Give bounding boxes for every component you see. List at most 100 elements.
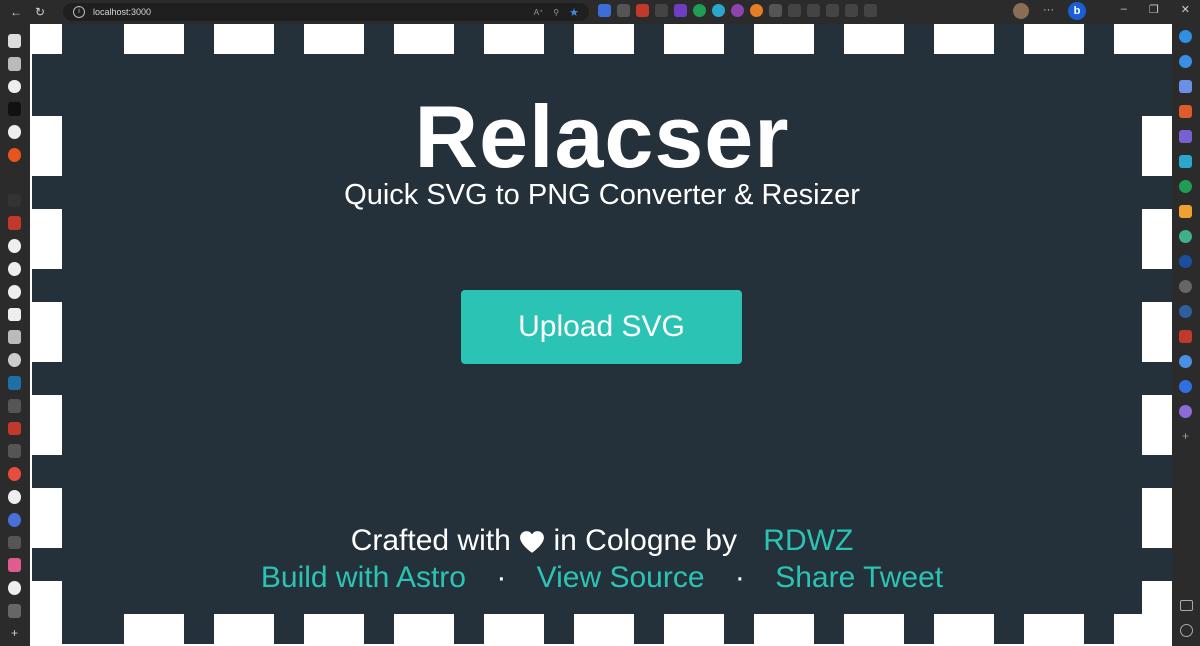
back-icon[interactable]: ← bbox=[8, 4, 24, 20]
sidebar-app-icon[interactable] bbox=[1179, 280, 1192, 293]
zoom-icon[interactable]: ⚲ bbox=[553, 8, 559, 17]
collections-icon[interactable] bbox=[807, 4, 820, 17]
tab-icon[interactable] bbox=[8, 467, 21, 481]
extension-icon[interactable] bbox=[655, 4, 668, 17]
sidebar-app-icon[interactable] bbox=[1179, 105, 1192, 118]
tab-icon[interactable] bbox=[8, 375, 21, 390]
tab-icon[interactable] bbox=[8, 353, 21, 367]
extension-icon[interactable] bbox=[617, 4, 630, 17]
tab-icon[interactable] bbox=[8, 147, 21, 162]
settings-gear-icon[interactable] bbox=[1180, 624, 1193, 637]
history-icon[interactable] bbox=[826, 4, 839, 17]
tab-icon[interactable] bbox=[8, 558, 21, 573]
tab-icon[interactable] bbox=[8, 512, 21, 527]
frame-gap bbox=[544, 614, 574, 644]
refresh-icon[interactable]: ↻ bbox=[32, 4, 48, 20]
upload-svg-button[interactable]: Upload SVG bbox=[461, 290, 742, 364]
tab-icon[interactable] bbox=[8, 56, 21, 71]
vertical-tabs-sidebar: + bbox=[0, 24, 30, 646]
extension-icon[interactable] bbox=[750, 4, 763, 17]
restore-icon[interactable]: ❐ bbox=[1149, 3, 1159, 16]
downloads-icon[interactable] bbox=[845, 4, 858, 17]
tab-icon[interactable] bbox=[8, 444, 21, 459]
tab-icon[interactable] bbox=[8, 398, 21, 413]
author-link[interactable]: RDWZ bbox=[763, 524, 853, 557]
sidebar-app-icon[interactable] bbox=[1179, 255, 1192, 268]
frame-gap bbox=[814, 614, 844, 644]
x-icon[interactable] bbox=[8, 307, 21, 322]
crafted-line: Crafted with in Cologne by RDWZ bbox=[32, 524, 1172, 558]
github-icon[interactable] bbox=[8, 79, 21, 94]
active-tab-icon[interactable] bbox=[8, 603, 21, 618]
github-icon[interactable] bbox=[8, 489, 21, 504]
frame-gap bbox=[634, 24, 664, 54]
sidebar-app-icon[interactable] bbox=[1179, 330, 1192, 343]
tab-spacer bbox=[8, 170, 21, 185]
extensions-puzzle-icon[interactable] bbox=[769, 4, 782, 17]
tab-icon[interactable] bbox=[8, 102, 21, 117]
frame-gap bbox=[184, 614, 214, 644]
sidebar-app-icon[interactable] bbox=[1179, 30, 1192, 43]
tab-icon[interactable] bbox=[8, 284, 21, 299]
site-info-icon[interactable]: i bbox=[73, 6, 85, 18]
extension-icon[interactable] bbox=[598, 4, 611, 17]
sidebar-app-icon[interactable] bbox=[1179, 80, 1192, 93]
minimize-icon[interactable]: – bbox=[1121, 3, 1127, 16]
tab-icon[interactable] bbox=[8, 34, 21, 48]
share-tweet-link[interactable]: Share Tweet bbox=[775, 561, 943, 594]
page-title: Relacser bbox=[414, 87, 790, 186]
build-with-astro-link[interactable]: Build with Astro bbox=[261, 561, 466, 594]
sidebar-app-icon[interactable] bbox=[1179, 205, 1192, 218]
sidebar-app-icon[interactable] bbox=[1179, 405, 1192, 418]
extension-icon[interactable] bbox=[731, 4, 744, 17]
frame-gap bbox=[1142, 269, 1172, 302]
extension-icon[interactable] bbox=[636, 4, 649, 17]
frame-gap bbox=[904, 614, 934, 644]
extension-icon[interactable] bbox=[674, 4, 687, 17]
performance-icon[interactable] bbox=[864, 4, 877, 17]
close-icon[interactable]: ✕ bbox=[1181, 3, 1190, 16]
add-sidebar-app-icon[interactable]: + bbox=[1179, 430, 1192, 443]
frame-gap bbox=[184, 24, 214, 54]
tab-icon[interactable] bbox=[8, 330, 21, 345]
crafted-suffix: in Cologne by bbox=[553, 524, 737, 557]
footer-links: Build with Astro · View Source · Share T… bbox=[32, 561, 1172, 595]
more-options-icon[interactable]: ··· bbox=[1043, 4, 1054, 16]
tab-icon[interactable] bbox=[8, 216, 21, 231]
extension-icon[interactable] bbox=[693, 4, 706, 17]
frame-gap bbox=[994, 614, 1024, 644]
sidebar-app-icon[interactable] bbox=[1179, 155, 1192, 168]
read-aloud-icon[interactable]: A⁺ bbox=[534, 8, 544, 17]
github-icon[interactable] bbox=[8, 261, 21, 276]
hide-sidebar-icon[interactable] bbox=[1180, 600, 1193, 611]
url-text[interactable]: localhost:3000 bbox=[93, 7, 534, 17]
search-icon[interactable] bbox=[1179, 55, 1192, 68]
page-subtitle: Quick SVG to PNG Converter & Resizer bbox=[344, 179, 860, 211]
sidebar-app-icon[interactable] bbox=[1179, 230, 1192, 243]
tab-icon[interactable] bbox=[8, 193, 21, 208]
frame-gap bbox=[994, 24, 1024, 54]
address-bar[interactable]: i localhost:3000 A⁺ ⚲ ★ bbox=[63, 3, 589, 21]
sidebar-app-icon[interactable] bbox=[1179, 130, 1192, 143]
github-icon[interactable] bbox=[8, 125, 21, 139]
github-icon[interactable] bbox=[8, 239, 21, 253]
tab-icon[interactable] bbox=[8, 535, 21, 550]
sidebar-app-icon[interactable] bbox=[1179, 355, 1192, 368]
tab-icon[interactable] bbox=[8, 421, 21, 436]
profile-avatar[interactable] bbox=[1013, 3, 1029, 19]
view-source-link[interactable]: View Source bbox=[537, 561, 705, 594]
copilot-icon[interactable]: b bbox=[1068, 2, 1086, 20]
extension-icon[interactable] bbox=[712, 4, 725, 17]
frame-gap bbox=[274, 614, 304, 644]
tab-icon[interactable] bbox=[8, 581, 21, 595]
sidebar-app-icon[interactable] bbox=[1179, 180, 1192, 193]
new-tab-icon[interactable]: + bbox=[8, 626, 21, 641]
frame-gap bbox=[454, 24, 484, 54]
sidebar-app-icon[interactable] bbox=[1179, 305, 1192, 318]
split-screen-icon[interactable] bbox=[788, 4, 801, 17]
favorite-star-icon[interactable]: ★ bbox=[569, 6, 579, 19]
dashed-frame: Relacser Quick SVG to PNG Converter & Re… bbox=[32, 24, 1172, 644]
frame-gap bbox=[364, 614, 394, 644]
sidebar-app-icon[interactable] bbox=[1179, 380, 1192, 393]
crafted-prefix: Crafted with bbox=[350, 524, 511, 557]
